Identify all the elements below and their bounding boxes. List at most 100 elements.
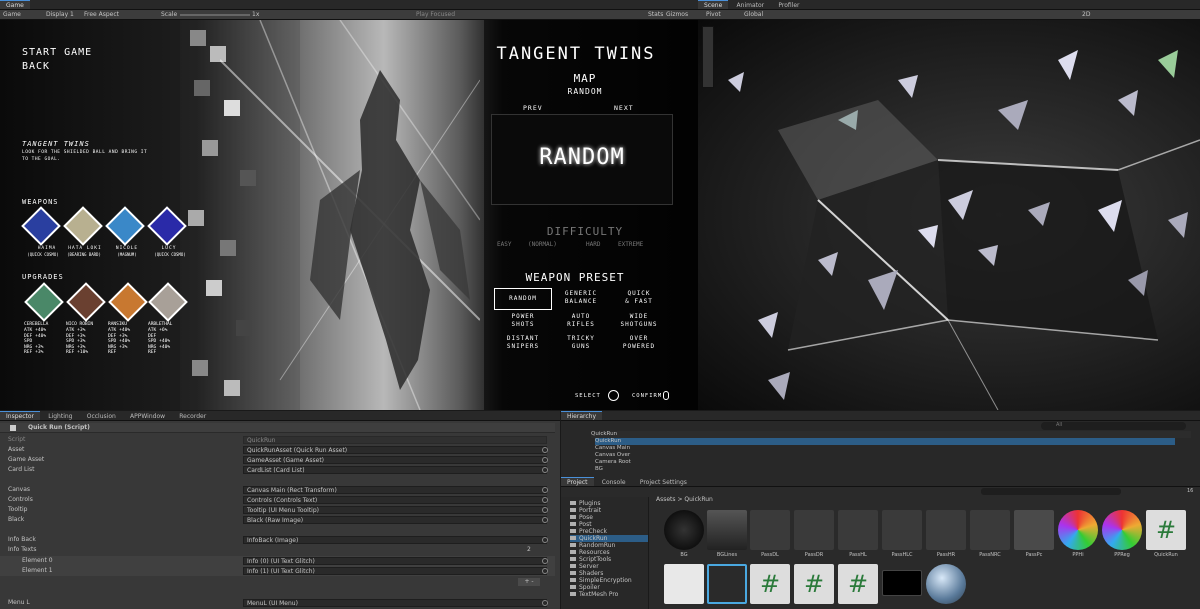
- field-value[interactable]: GameAsset (Game Asset): [243, 456, 547, 464]
- object-picker-icon[interactable]: [542, 487, 548, 493]
- hierarchy-item[interactable]: Canvas Main: [595, 445, 630, 452]
- folder-item[interactable]: ScriptTools: [570, 556, 611, 563]
- field-value[interactable]: Info (0) (UI Text Glitch): [243, 557, 547, 565]
- asset-passdr[interactable]: [794, 510, 834, 550]
- difficulty-easy[interactable]: EASY: [497, 241, 511, 248]
- tab-project[interactable]: Project: [561, 477, 594, 486]
- folder-item[interactable]: TextMesh Pro: [570, 591, 618, 598]
- field-value[interactable]: MenuL (UI Menu): [243, 599, 547, 607]
- object-picker-icon[interactable]: [542, 517, 548, 523]
- asset-passnrc[interactable]: [970, 510, 1010, 550]
- preset-option[interactable]: DISTANT SNIPERS: [494, 335, 552, 351]
- folder-item[interactable]: Plugins: [570, 500, 601, 507]
- map-preview[interactable]: RANDOM: [491, 114, 673, 205]
- weapon-portrait-2[interactable]: [105, 206, 145, 246]
- aspect-dropdown[interactable]: Free Aspect: [84, 10, 119, 19]
- tab-scene[interactable]: Scene: [698, 0, 729, 9]
- tab-inspector[interactable]: Inspector: [0, 411, 40, 420]
- field-value[interactable]: Black (Raw Image): [243, 516, 547, 524]
- tab-lighting[interactable]: Lighting: [42, 412, 78, 421]
- game-view-dropdown[interactable]: Game: [3, 10, 21, 19]
- component-checkbox[interactable]: [10, 425, 16, 431]
- asset-quickrun-script[interactable]: #: [1146, 510, 1186, 550]
- field-value[interactable]: Controls (Controls Text): [243, 496, 547, 504]
- breadcrumb-leaf[interactable]: QuickRun: [684, 496, 712, 503]
- asset-bg[interactable]: [664, 510, 704, 550]
- breadcrumb-root[interactable]: Assets: [656, 496, 676, 503]
- field-value[interactable]: InfoBack (Image): [243, 536, 547, 544]
- material-sphere-icon[interactable]: [926, 564, 966, 604]
- preset-option[interactable]: OVER POWERED: [610, 335, 668, 351]
- folder-item-selected[interactable]: QuickRun: [570, 535, 648, 542]
- upgrade-portrait-3[interactable]: [148, 282, 188, 322]
- map-next-button[interactable]: NEXT: [614, 104, 634, 112]
- field-info-texts[interactable]: Info Texts 2: [0, 545, 555, 555]
- folder-item[interactable]: Portrait: [570, 507, 601, 514]
- folder-item[interactable]: Shaders: [570, 570, 603, 577]
- hierarchy-item[interactable]: Camera Root: [595, 459, 631, 466]
- asset-passdl[interactable]: [750, 510, 790, 550]
- asset-passpc[interactable]: [1014, 510, 1054, 550]
- folder-item[interactable]: Resources: [570, 549, 610, 556]
- hierarchy-search-input[interactable]: [1041, 422, 1186, 430]
- hierarchy-item[interactable]: Canvas Over: [595, 452, 630, 459]
- field-value[interactable]: CardList (Card List): [243, 466, 547, 474]
- hierarchy-item[interactable]: QuickRun: [595, 438, 1175, 445]
- scene-tools-palette[interactable]: [702, 26, 714, 88]
- tab-profiler[interactable]: Profiler: [772, 1, 805, 10]
- play-focused-dropdown[interactable]: Play Focused: [416, 10, 455, 19]
- asset-ppreg[interactable]: [1102, 510, 1142, 550]
- preset-option[interactable]: TRICKY GUNS: [552, 335, 610, 351]
- object-picker-icon[interactable]: [542, 447, 548, 453]
- folder-item[interactable]: PreCheck: [570, 528, 607, 535]
- menu-back[interactable]: BACK: [22, 60, 92, 74]
- folder-item[interactable]: Spoiler: [570, 584, 600, 591]
- object-picker-icon[interactable]: [542, 467, 548, 473]
- csharp-script-icon[interactable]: #: [794, 564, 834, 604]
- global-dropdown[interactable]: Global: [744, 10, 763, 19]
- folder-item[interactable]: SimpleEncryption: [570, 577, 632, 584]
- preset-option[interactable]: POWER SHOTS: [494, 313, 552, 329]
- tab-animator[interactable]: Animator: [731, 1, 771, 10]
- array-add-button[interactable]: + -: [518, 578, 540, 586]
- csharp-script-icon[interactable]: #: [750, 564, 790, 604]
- tab-hierarchy[interactable]: Hierarchy: [561, 411, 603, 420]
- field-value[interactable]: QuickRunAsset (Quick Run Asset): [243, 446, 547, 454]
- field-value[interactable]: Canvas Main (Rect Transform): [243, 486, 547, 494]
- tab-recorder[interactable]: Recorder: [173, 412, 212, 421]
- tab-appwindow[interactable]: APPWindow: [124, 412, 171, 421]
- scale-slider[interactable]: [180, 14, 250, 16]
- mode-2d-button[interactable]: 2D: [1082, 10, 1090, 19]
- hierarchy-item-scene[interactable]: QuickRun: [591, 431, 1191, 438]
- object-picker-icon[interactable]: [542, 537, 548, 543]
- preset-option[interactable]: WIDE SHOTGUNS: [610, 313, 668, 329]
- asset-pphi[interactable]: [1058, 510, 1098, 550]
- tab-project-settings[interactable]: Project Settings: [634, 478, 693, 487]
- preset-option[interactable]: AUTO RIFLES: [552, 313, 610, 329]
- map-prev-button[interactable]: PREV: [523, 104, 543, 112]
- upgrade-portrait-0[interactable]: [24, 282, 64, 322]
- preset-option[interactable]: GENERIC BALANCE: [552, 290, 610, 306]
- object-picker-icon[interactable]: [542, 457, 548, 463]
- scene-viewport[interactable]: [698, 20, 1200, 410]
- asset-bglines[interactable]: [707, 510, 747, 550]
- folder-item[interactable]: RandomRun: [570, 542, 615, 549]
- object-picker-icon[interactable]: [542, 600, 548, 606]
- difficulty-hard[interactable]: HARD: [586, 241, 600, 248]
- weapon-portrait-0[interactable]: [21, 206, 61, 246]
- array-size[interactable]: 2: [527, 545, 531, 555]
- hierarchy-item[interactable]: BG: [595, 466, 603, 473]
- asset-passhl[interactable]: [838, 510, 878, 550]
- tab-occlusion[interactable]: Occlusion: [81, 412, 122, 421]
- prefab-icon[interactable]: [707, 564, 747, 604]
- project-search-input[interactable]: [981, 488, 1121, 495]
- preset-option[interactable]: RANDOM: [494, 288, 552, 310]
- upgrade-portrait-2[interactable]: [108, 282, 148, 322]
- field-value[interactable]: Tooltip (UI Menu Tooltip): [243, 506, 547, 514]
- object-picker-icon[interactable]: [542, 558, 548, 564]
- display-dropdown[interactable]: Display 1: [46, 10, 74, 19]
- object-picker-icon[interactable]: [542, 507, 548, 513]
- object-picker-icon[interactable]: [542, 568, 548, 574]
- component-header[interactable]: Quick Run (Script): [0, 423, 555, 433]
- pivot-dropdown[interactable]: Pivot: [706, 10, 721, 19]
